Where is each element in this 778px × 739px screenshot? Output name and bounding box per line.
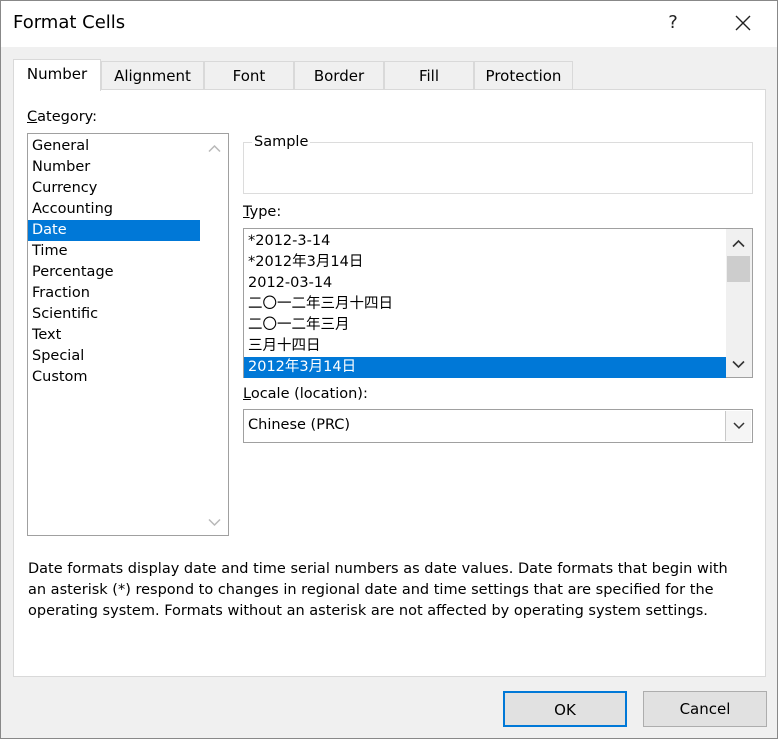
format-cells-dialog: Format Cells ? Number Alignment Font Bor… [0, 0, 778, 739]
category-item-percentage[interactable]: Percentage [28, 262, 228, 283]
category-item-general[interactable]: General [28, 136, 228, 157]
locale-dropdown-button[interactable] [725, 411, 751, 441]
type-listbox[interactable]: *2012-3-14 *2012年3月14日 2012-03-14 二〇一二年三… [243, 228, 753, 378]
tab-alignment[interactable]: Alignment [101, 61, 204, 90]
category-item-scientific[interactable]: Scientific [28, 304, 228, 325]
ok-button[interactable]: OK [503, 691, 627, 727]
category-items: General Number Currency Accounting Date … [28, 134, 228, 388]
category-item-currency[interactable]: Currency [28, 178, 228, 199]
type-item[interactable]: 2012-03-14 [244, 273, 726, 294]
dialog-title: Format Cells [13, 12, 126, 33]
locale-value: Chinese (PRC) [248, 417, 351, 433]
type-item[interactable]: 二〇一二年三月十四日 [244, 294, 726, 315]
category-item-special[interactable]: Special [28, 346, 228, 367]
format-description: Date formats display date and time seria… [28, 561, 728, 619]
type-items: *2012-3-14 *2012年3月14日 2012-03-14 二〇一二年三… [244, 229, 726, 378]
locale-dropdown[interactable]: Chinese (PRC) [243, 409, 753, 443]
chevron-down-icon[interactable] [730, 356, 747, 373]
category-item-custom[interactable]: Custom [28, 367, 228, 388]
category-item-date[interactable]: Date [28, 220, 200, 241]
category-item-number[interactable]: Number [28, 157, 228, 178]
tab-number[interactable]: Number [13, 59, 101, 91]
sample-label: Sample [252, 134, 311, 150]
tab-fill[interactable]: Fill [384, 61, 474, 90]
number-tab-panel: Category: General Number Currency Accoun… [13, 89, 766, 677]
type-item[interactable]: *2012-3-14 [244, 231, 726, 252]
type-label: Type: [243, 204, 282, 220]
category-listbox[interactable]: General Number Currency Accounting Date … [27, 133, 229, 536]
help-button[interactable]: ? [655, 7, 691, 39]
locale-label: Locale (location): [243, 386, 368, 402]
category-item-time[interactable]: Time [28, 241, 228, 262]
category-item-fraction[interactable]: Fraction [28, 283, 228, 304]
chevron-up-icon[interactable] [206, 140, 223, 157]
type-item-selected[interactable]: 2012年3月14日 [244, 357, 726, 378]
chevron-down-icon[interactable] [206, 514, 223, 531]
category-item-accounting[interactable]: Accounting [28, 199, 228, 220]
type-item[interactable]: *2012年3月14日 [244, 252, 726, 273]
cancel-button[interactable]: Cancel [643, 691, 767, 727]
category-item-text[interactable]: Text [28, 325, 228, 346]
category-scrollbar[interactable] [202, 134, 228, 535]
category-label: Category: [27, 109, 98, 125]
type-scrollbar[interactable] [726, 229, 752, 377]
sample-box [243, 142, 753, 194]
type-item[interactable]: 二〇一二年三月 [244, 315, 726, 336]
tab-protection[interactable]: Protection [474, 61, 573, 90]
chevron-up-icon[interactable] [730, 235, 747, 252]
type-item[interactable]: 三月十四日 [244, 336, 726, 357]
close-button[interactable] [723, 7, 763, 39]
title-bar: Format Cells ? [1, 1, 777, 47]
chevron-down-icon [732, 422, 745, 430]
scrollbar-thumb[interactable] [727, 256, 750, 282]
tab-font[interactable]: Font [204, 61, 294, 90]
close-icon [735, 15, 751, 31]
tab-border[interactable]: Border [294, 61, 384, 90]
